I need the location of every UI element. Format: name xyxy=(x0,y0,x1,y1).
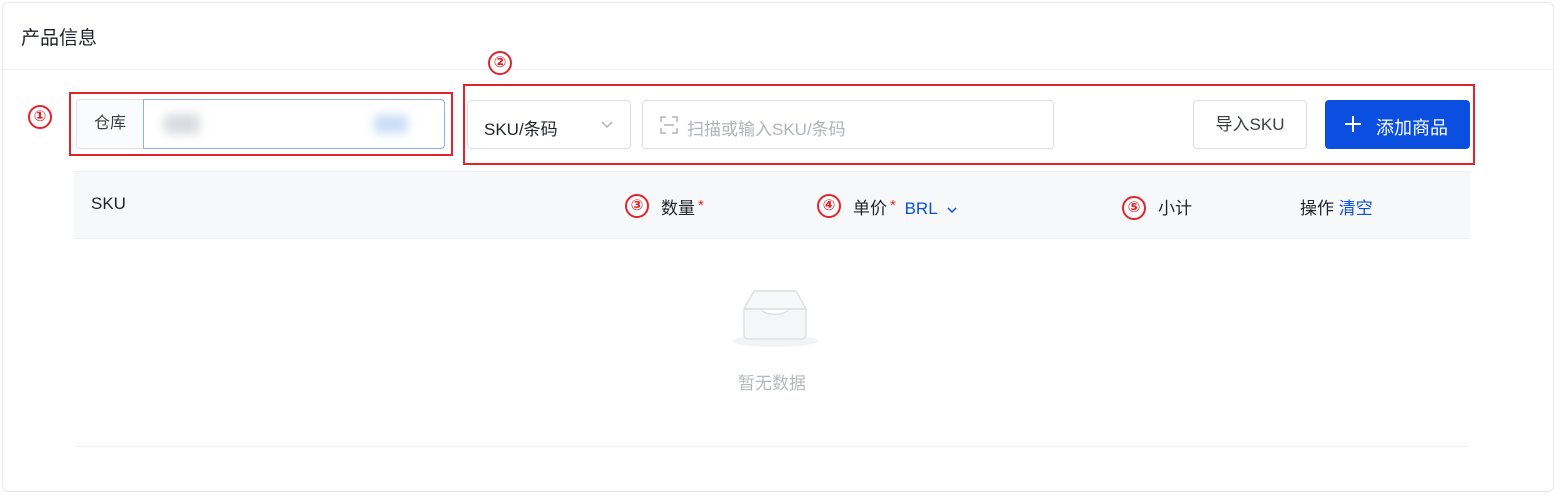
sku-scan-input[interactable]: 扫描或输入SKU/条码 xyxy=(642,100,1054,149)
warehouse-value-redacted xyxy=(164,114,200,134)
column-quantity-label: 数量 xyxy=(661,199,695,218)
column-quantity: 数量 * xyxy=(661,194,704,219)
import-sku-button[interactable]: 导入SKU xyxy=(1193,100,1307,149)
warehouse-field: 仓库 xyxy=(76,99,445,149)
annotation-1: ① xyxy=(28,105,52,129)
annotation-3: ③ xyxy=(625,194,649,218)
card-title: 产品信息 xyxy=(21,28,98,49)
product-table-header: SKU ③ 数量 * ④ 单价 * BRL ⑤ 小计 操作 清空 xyxy=(74,171,1470,239)
clear-link[interactable]: 清空 xyxy=(1339,199,1373,218)
column-actions-label: 操作 xyxy=(1300,199,1334,218)
currency-label: BRL xyxy=(904,199,938,218)
chevron-down-icon xyxy=(947,206,957,213)
chevron-down-icon xyxy=(601,121,613,129)
column-sku: SKU xyxy=(91,194,126,213)
sku-type-select[interactable]: SKU/条码 xyxy=(467,100,631,149)
required-mark: * xyxy=(890,197,896,214)
sku-scan-placeholder: 扫描或输入SKU/条码 xyxy=(687,120,846,139)
plus-icon xyxy=(1345,116,1361,132)
warehouse-tag-redacted xyxy=(374,115,408,133)
warehouse-select[interactable] xyxy=(143,99,445,149)
currency-select[interactable]: BRL xyxy=(905,199,958,218)
scan-icon xyxy=(660,116,678,134)
empty-inbox-icon xyxy=(732,290,818,347)
column-unit-price: 单价 * BRL xyxy=(853,194,958,219)
column-subtotal: 小计 xyxy=(1158,199,1192,218)
column-unit-price-label: 单价 xyxy=(853,199,887,218)
card-header: 产品信息 xyxy=(3,3,1553,70)
add-product-label: 添加商品 xyxy=(1376,118,1448,138)
annotation-5: ⑤ xyxy=(1122,196,1146,220)
annotation-2: ② xyxy=(488,51,512,75)
column-actions: 操作 清空 xyxy=(1300,194,1373,219)
sku-type-selected: SKU/条码 xyxy=(484,120,558,139)
annotation-4: ④ xyxy=(817,194,841,218)
required-mark: * xyxy=(698,197,704,214)
empty-state-text: 暂无数据 xyxy=(738,374,806,393)
warehouse-label: 仓库 xyxy=(77,100,144,148)
add-product-button[interactable]: 添加商品 xyxy=(1325,100,1470,149)
product-table-body: 暂无数据 xyxy=(74,239,1470,447)
